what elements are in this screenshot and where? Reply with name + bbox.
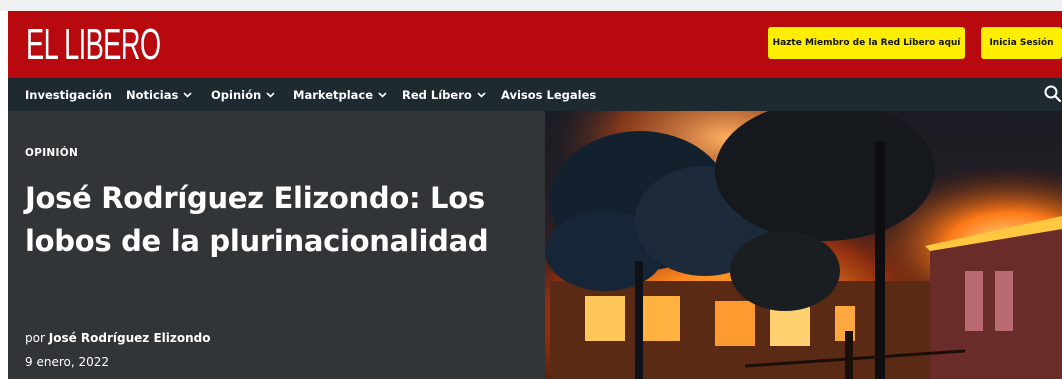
- burning-building-photo: [545, 111, 1062, 379]
- chevron-down-icon: [183, 91, 192, 98]
- nav-item-red-libero[interactable]: Red Líbero: [402, 78, 486, 111]
- chevron-down-icon: [378, 91, 387, 98]
- byline-prefix: por: [25, 331, 45, 345]
- site-logo[interactable]: EL LIBERO: [26, 20, 161, 70]
- article-title: José Rodríguez Elizondo: Los lobos de la…: [25, 181, 489, 258]
- article-byline: por José Rodríguez Elizondo: [25, 331, 210, 345]
- article-date: 9 enero, 2022: [25, 355, 109, 369]
- nav-item-avisos-legales[interactable]: Avisos Legales: [501, 78, 596, 111]
- nav-item-label: Noticias: [126, 87, 179, 102]
- browser-top-strip: [0, 0, 1062, 11]
- nav-item-label: Red Líbero: [402, 87, 472, 102]
- main-navigation: Investigación Noticias Opinión Marketpla…: [8, 78, 1062, 111]
- article-hero: OPINIÓN José Rodríguez Elizondo: Los lob…: [8, 111, 1062, 379]
- chevron-down-icon: [477, 91, 486, 98]
- nav-item-investigacion[interactable]: Investigación: [25, 78, 112, 111]
- nav-item-marketplace[interactable]: Marketplace: [293, 78, 387, 111]
- section-label[interactable]: OPINIÓN: [25, 147, 78, 159]
- chevron-down-icon: [266, 91, 275, 98]
- nav-item-label: Avisos Legales: [501, 87, 597, 102]
- nav-item-label: Opinión: [211, 87, 262, 102]
- nav-item-noticias[interactable]: Noticias: [126, 78, 192, 111]
- author-link[interactable]: José Rodríguez Elizondo: [49, 331, 211, 345]
- nav-item-label: Investigación: [25, 87, 112, 102]
- login-button[interactable]: Inicia Sesión: [981, 27, 1062, 59]
- become-member-button[interactable]: Hazte Miembro de la Red Libero aquí: [768, 27, 965, 59]
- nav-item-label: Marketplace: [293, 87, 374, 102]
- nav-item-opinion[interactable]: Opinión: [211, 78, 275, 111]
- site-header: EL LIBERO Hazte Miembro de la Red Libero…: [8, 11, 1062, 78]
- search-icon[interactable]: [1043, 84, 1062, 104]
